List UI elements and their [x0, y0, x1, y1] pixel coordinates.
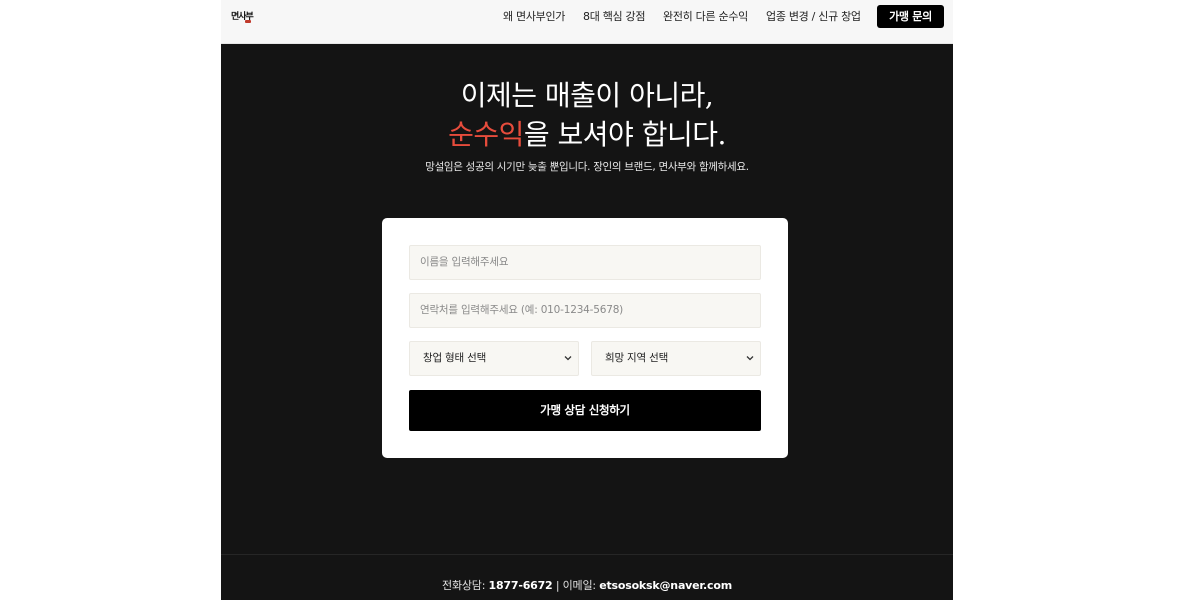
- phone-input[interactable]: 연락처를 입력해주세요 (예: 010-1234-5678): [409, 293, 761, 328]
- submit-inquiry-button[interactable]: 가맹 상담 신청하기: [409, 390, 761, 431]
- email-label: 이메일:: [562, 579, 596, 592]
- chevron-down-icon: [564, 356, 572, 361]
- region-value: 희망 지역 선택: [605, 352, 669, 364]
- franchise-inquiry-button[interactable]: 가맹 문의: [877, 5, 944, 28]
- email-address[interactable]: etsosoksk@naver.com: [599, 579, 732, 592]
- hero-title: 이제는 매출이 아니라, 순수익을 보셔야 합니다.: [221, 76, 953, 154]
- header-bar: 면사부 왜 면사부인가 8대 핵심 강점 완전히 다른 순수익 업종 변경 / …: [221, 0, 953, 44]
- footer-separator: |: [555, 579, 560, 592]
- chevron-down-icon: [746, 356, 754, 361]
- hero-title-line-1: 이제는 매출이 아니라,: [460, 79, 714, 112]
- hero-title-line-2: 순수익을 보셔야 합니다.: [221, 115, 953, 154]
- footer-divider: [221, 554, 953, 555]
- nav-link-strengths[interactable]: 8대 핵심 강점: [583, 0, 646, 34]
- region-select[interactable]: 희망 지역 선택: [591, 341, 761, 376]
- nav-link-why[interactable]: 왜 면사부인가: [503, 0, 565, 34]
- phone-label: 전화상담:: [442, 579, 486, 592]
- startup-type-value: 창업 형태 선택: [423, 352, 487, 364]
- landing-page: 면사부 왜 면사부인가 8대 핵심 강점 완전히 다른 순수익 업종 변경 / …: [221, 0, 953, 600]
- hero-title-accent: 순수익: [448, 118, 524, 151]
- hero-title-line-2-rest: 을 보셔야 합니다.: [523, 118, 727, 151]
- logo-accent-mark: [245, 20, 251, 23]
- footer-contact: 전화상담: 1877-6672 | 이메일: etsosoksk@naver.c…: [221, 577, 953, 593]
- brand-logo[interactable]: 면사부: [231, 9, 257, 27]
- inquiry-form-card: 이름을 입력해주세요 연락처를 입력해주세요 (예: 010-1234-5678…: [382, 218, 788, 458]
- phone-number[interactable]: 1877-6672: [489, 579, 553, 592]
- hero-subtitle: 망설임은 성공의 시기만 늦출 뿐입니다. 장인의 브랜드, 면사부와 함께하세…: [425, 161, 749, 173]
- startup-type-select[interactable]: 창업 형태 선택: [409, 341, 579, 376]
- nav-link-profit[interactable]: 완전히 다른 순수익: [663, 0, 748, 34]
- name-input[interactable]: 이름을 입력해주세요: [409, 245, 761, 280]
- nav-link-startup[interactable]: 업종 변경 / 신규 창업: [766, 0, 861, 34]
